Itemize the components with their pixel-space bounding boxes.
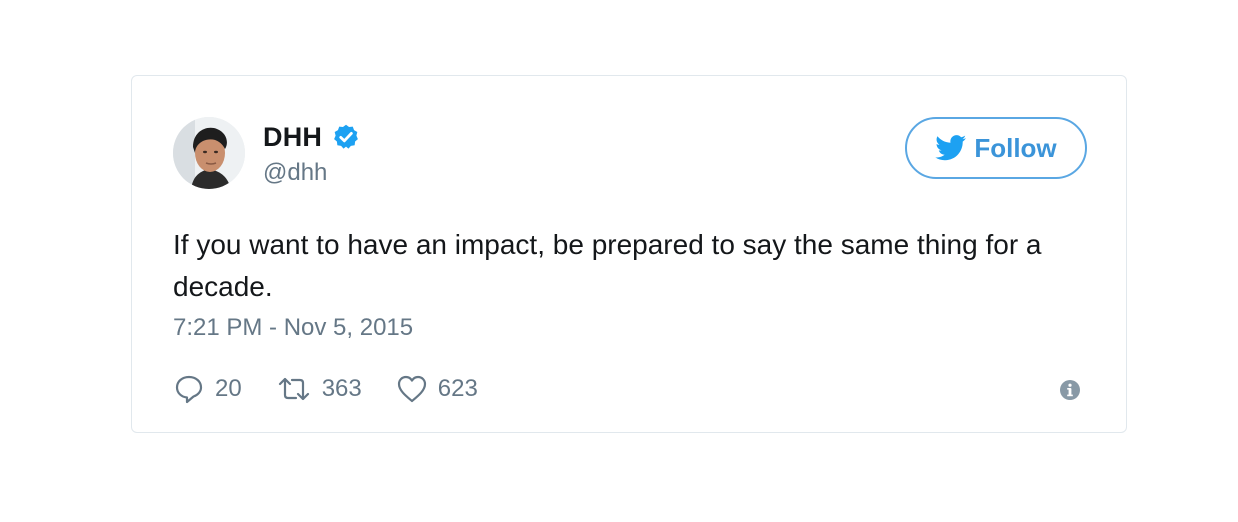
verified-badge-icon [332,123,360,151]
info-icon[interactable] [1059,379,1081,401]
tweet-text: If you want to have an impact, be prepar… [173,229,1042,302]
reply-count: 20 [215,375,242,402]
retweet-icon [276,373,312,405]
twitter-bird-icon [935,135,967,161]
author-name[interactable]: DHH [263,122,322,153]
like-count: 623 [437,375,478,402]
tweet-actions: 20 363 623 [173,369,512,409]
retweet-count: 363 [321,375,362,402]
reply-icon [173,373,205,405]
like-action[interactable]: 623 [396,373,478,405]
author-info: DHH @dhh [263,120,360,187]
tweet-timestamp[interactable]: 7:21 PM - Nov 5, 2015 [173,314,413,342]
follow-button[interactable]: Follow [905,117,1087,179]
heart-icon [396,373,428,405]
author-handle[interactable]: @dhh [263,159,360,187]
tweet-card: DHH @dhh Follow If you want to have an i… [131,75,1127,433]
reply-action[interactable]: 20 [173,373,242,405]
avatar[interactable] [173,117,245,189]
retweet-action[interactable]: 363 [276,373,362,405]
follow-label: Follow [974,132,1057,163]
